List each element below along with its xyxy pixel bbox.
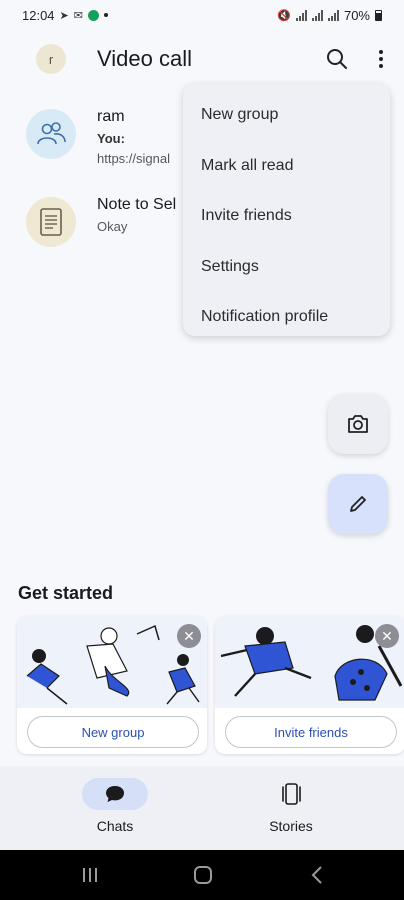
invite-friends-card: ✕ Invite friends: [215, 616, 404, 754]
app-header: r Video call: [0, 38, 404, 82]
bottom-nav: Chats Stories: [0, 766, 404, 850]
menu-item-settings[interactable]: Settings: [183, 242, 390, 293]
new-group-card: ✕ New group: [17, 616, 207, 754]
search-button[interactable]: [322, 44, 352, 74]
signal-icon-3: [327, 9, 339, 21]
chat-bubble-icon: [106, 786, 124, 802]
camera-button[interactable]: [328, 394, 388, 454]
signal-icon-2: [311, 9, 323, 21]
chat-preview: Okay: [97, 219, 128, 234]
menu-item-invite-friends[interactable]: Invite friends: [183, 191, 390, 242]
avatar-initial: r: [48, 51, 54, 67]
chats-icon-wrap: [82, 778, 148, 810]
home-button[interactable]: [191, 863, 215, 887]
menu-item-mark-all-read[interactable]: Mark all read: [183, 141, 390, 192]
battery-text: 70%: [343, 7, 370, 23]
home-icon: [194, 866, 212, 884]
battery-icon: [375, 9, 382, 21]
stories-icon: [282, 783, 301, 805]
back-icon: [311, 866, 322, 884]
more-options-button[interactable]: [366, 44, 396, 74]
tab-chats[interactable]: Chats: [55, 778, 175, 834]
status-right: 🔇 70%: [277, 8, 382, 23]
tab-chats-label: Chats: [96, 818, 134, 834]
tab-stories[interactable]: Stories: [231, 778, 351, 834]
chat-name: ram: [97, 108, 125, 125]
get-started-title: Get started: [18, 583, 114, 603]
app-notification-icon: [87, 9, 99, 21]
close-icon[interactable]: ✕: [375, 624, 399, 648]
camera-icon: [348, 415, 368, 433]
status-left: 12:04 ➤ ✉: [22, 8, 108, 23]
pencil-icon: [350, 496, 366, 512]
recents-icon: [83, 868, 97, 882]
chat-name: Note to Sel: [97, 196, 177, 213]
menu-item-new-group[interactable]: New group: [183, 90, 390, 141]
more-vertical-icon: [379, 50, 383, 68]
mute-icon: 🔇: [277, 9, 291, 22]
overflow-menu: New group Mark all read Invite friends S…: [183, 84, 390, 336]
group-avatar-icon: [26, 109, 76, 159]
page-title: Video call: [97, 46, 192, 71]
system-nav-bar: [0, 850, 404, 900]
status-time: 12:04: [22, 7, 55, 23]
recents-button[interactable]: [78, 863, 102, 887]
more-notifications-icon: [103, 13, 108, 17]
signal-icon: [295, 9, 307, 21]
chat-sender: You:: [97, 131, 125, 146]
menu-item-notification-profile[interactable]: Notification profile: [183, 292, 390, 343]
invite-friends-card-button[interactable]: Invite friends: [225, 716, 397, 748]
stories-icon-wrap: [258, 778, 324, 810]
status-bar: 12:04 ➤ ✉ 🔇 70%: [0, 0, 404, 30]
search-icon: [327, 49, 347, 69]
chat-preview: https://signal: [97, 151, 170, 166]
compose-button[interactable]: [328, 474, 388, 534]
profile-avatar[interactable]: r: [36, 44, 66, 74]
close-icon[interactable]: ✕: [177, 624, 201, 648]
back-button[interactable]: [305, 863, 329, 887]
telegram-icon: ➤: [59, 9, 69, 22]
tab-stories-label: Stories: [269, 818, 313, 834]
note-avatar-icon: [26, 197, 76, 247]
mail-icon: ✉: [73, 9, 83, 22]
new-group-card-button[interactable]: New group: [27, 716, 199, 748]
